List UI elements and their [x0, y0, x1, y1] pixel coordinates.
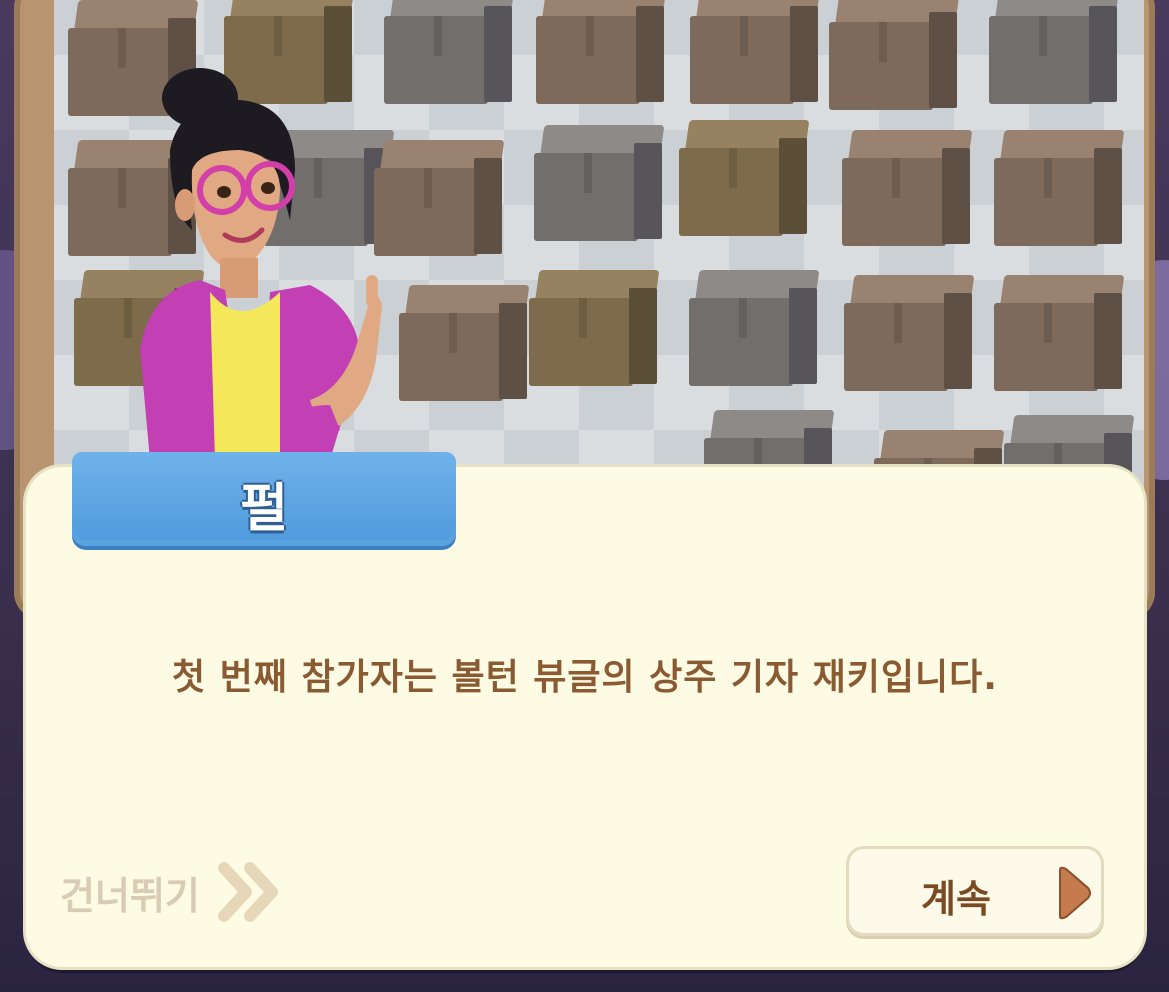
cardboard-box[interactable]: [994, 275, 1125, 395]
cardboard-box[interactable]: [534, 125, 665, 245]
cardboard-box[interactable]: [536, 0, 667, 108]
cardboard-box[interactable]: [690, 0, 821, 108]
game-screen: 펄 첫 번째 참가자는 볼턴 뷰글의 상주 기자 재키입니다. 건너뛰기 계속: [0, 0, 1169, 992]
skip-button[interactable]: 건너뛰기: [60, 860, 282, 924]
continue-label: 계속: [921, 877, 991, 921]
dialog-message: 첫 번째 참가자는 볼턴 뷰글의 상주 기자 재키입니다.: [172, 657, 998, 698]
speaker-name-tag: 펄: [72, 452, 456, 546]
cardboard-box[interactable]: [842, 130, 973, 250]
character-pearl-portrait: [140, 68, 382, 460]
cardboard-box[interactable]: [994, 130, 1125, 250]
cardboard-box[interactable]: [829, 0, 960, 114]
play-arrow-icon: [1059, 866, 1091, 920]
double-chevron-right-icon: [217, 862, 278, 922]
cardboard-box[interactable]: [399, 285, 530, 405]
skip-label: 건너뛰기: [60, 873, 200, 918]
cardboard-box[interactable]: [689, 270, 820, 390]
cardboard-box[interactable]: [844, 275, 975, 395]
cardboard-box[interactable]: [529, 270, 660, 390]
speaker-name: 펄: [240, 479, 288, 539]
cardboard-box[interactable]: [679, 120, 810, 240]
cardboard-box[interactable]: [989, 0, 1120, 108]
continue-button[interactable]: 계속: [846, 846, 1104, 936]
